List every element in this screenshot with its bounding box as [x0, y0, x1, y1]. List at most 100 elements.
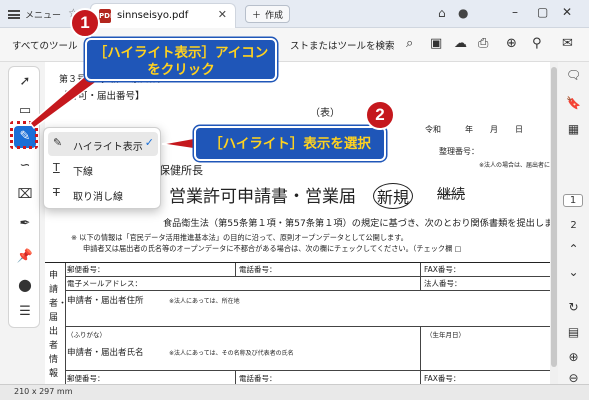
fax-label: FAX番号： — [424, 265, 461, 274]
page-size-readout: 210 x 297 mm — [14, 387, 73, 396]
page-up-icon[interactable]: ⌃ — [558, 242, 589, 256]
cloud-upload-icon[interactable]: ☁ — [454, 36, 467, 51]
minimize-icon[interactable]: – — [512, 5, 518, 19]
underline-icon: T — [53, 161, 60, 174]
menu-label: メニュー — [25, 10, 62, 21]
cell-divider — [420, 327, 421, 370]
menu-item-underline[interactable]: T 下線 — [48, 157, 158, 181]
note-check: 申請者又は届出者の氏名等のオープンデータに不都合がある場合は、次の欄にチェックし… — [83, 244, 462, 253]
law-text: 食品衛生法（第55条第１項・第57条第１項）の規定に基づき、次のとおり関係書類を… — [163, 218, 550, 229]
pdf-file-icon: PDF — [99, 9, 115, 23]
thumbnails-icon[interactable]: ▦ — [558, 122, 589, 136]
quick-tools-rail: ➚ ▭ ✎ ∽ ⌧ ✒ 📌 ● ☰ — [8, 66, 40, 328]
vertical-scrollbar[interactable] — [550, 62, 558, 384]
step1-callout: ［ハイライト表示］アイコン をクリック — [85, 38, 277, 81]
plus-icon: ＋ — [252, 10, 262, 21]
menu-item-label: 下線 — [73, 167, 93, 178]
add-comment-icon[interactable]: ▭ — [14, 100, 36, 122]
pin-icon[interactable]: 📌 — [14, 246, 36, 268]
email-icon[interactable]: ✉ — [562, 36, 573, 51]
date-month: 月 — [490, 125, 498, 134]
right-panel-rail: 🗨 🔖 ▦ 1 2 ⌃ ⌄ ↻ ▤ ⊕ ⊖ — [558, 62, 589, 385]
menu-item-highlight[interactable]: ✎ ハイライト表示 ✓ — [48, 132, 158, 156]
menu-button[interactable]: メニュー — [8, 5, 61, 23]
close-tab-icon[interactable]: ✕ — [218, 8, 227, 21]
window-close-icon[interactable]: ✕ — [562, 5, 572, 19]
bookmark-icon[interactable]: 🔖 — [558, 96, 589, 110]
zoom-out-icon[interactable]: ⊖ — [558, 371, 589, 385]
menu-item-label: ハイライト表示 — [73, 142, 143, 153]
highlight-type-menu: ✎ ハイライト表示 ✓ T 下線 T 取り消し線 — [43, 127, 161, 209]
hoken-text: 保健所長 — [159, 164, 203, 177]
sign-pen-icon[interactable]: ✒ — [14, 213, 36, 235]
color-picker-icon[interactable]: ● — [14, 274, 36, 296]
main-title: 営業許可申請書・営業届 — [169, 187, 356, 207]
step2-callout: ［ハイライト］表示を選択 — [194, 126, 386, 161]
refresh-icon[interactable]: ↻ — [558, 300, 589, 314]
zoom-in-icon[interactable]: ⊕ — [558, 350, 589, 364]
scrollbar-thumb[interactable] — [551, 67, 557, 367]
cell-divider — [420, 371, 421, 384]
note-opendata: ※ 以下の情報は「官民データ活用推進基本法」の目的に沿って、原則オープンデータと… — [71, 233, 408, 242]
applicant-table: 申請者・届出者情報 郵便番号： 電話番号： FAX番号： 電子メールアドレス： … — [45, 262, 550, 384]
open-file-icon[interactable]: ⌂ — [438, 6, 446, 20]
date-day: 日 — [515, 125, 523, 134]
checkmark-icon: ✓ — [144, 136, 154, 149]
share-user-icon[interactable]: ⊕ — [506, 36, 517, 51]
tab-document[interactable]: PDF sinnseisyo.pdf ✕ — [90, 3, 236, 28]
cell-divider — [235, 263, 236, 276]
cell-divider — [235, 371, 236, 384]
document-page: 第３号様式（第４条関係） 【許可・届出番号】 （表） 令和 年 月 日 整理番号… — [45, 62, 550, 384]
all-tools-menu[interactable]: すべてのツール — [12, 38, 77, 52]
name-label: 申請者・届出者氏名 — [67, 348, 144, 358]
tab-title: sinnseisyo.pdf — [117, 10, 189, 21]
status-bar: 210 x 297 mm — [0, 384, 589, 400]
address-label: 申請者・届出者住所 — [67, 296, 144, 306]
comments-panel-icon[interactable]: 🗨 — [558, 68, 589, 82]
search-icon[interactable]: ⌕ — [406, 36, 413, 51]
save-icon[interactable]: ▣ — [430, 36, 442, 51]
fax-label: FAX番号： — [424, 374, 461, 383]
seiri-note: ※法人の場合は、届出者に記 — [479, 162, 550, 169]
maximize-icon[interactable]: ▢ — [537, 5, 548, 19]
table-row: 郵便番号： 電話番号： FAX番号： — [65, 371, 550, 384]
tool-search-input[interactable]: ストまたはツールを検索 — [290, 38, 395, 52]
table-side-label: 申請者・届出者情報 — [49, 271, 68, 379]
highlight-icon-emphasis — [10, 121, 38, 149]
postal-label: 郵便番号： — [67, 265, 105, 274]
highlighter-icon: ✎ — [53, 136, 63, 149]
date-era: 令和 — [425, 125, 441, 134]
step2-badge: 2 — [365, 100, 395, 130]
postal-label: 郵便番号： — [67, 374, 105, 383]
cell-divider — [420, 263, 421, 276]
page-down-icon[interactable]: ⌄ — [558, 265, 589, 279]
menu-item-label: 取り消し線 — [73, 192, 123, 203]
seiri-label: 整理番号： — [439, 147, 479, 156]
step1-line2: をクリック — [147, 62, 215, 77]
menu-item-strikethrough[interactable]: T 取り消し線 — [48, 182, 158, 206]
table-row: （ふりがな） 申請者・届出者氏名 ※法人にあっては、その名称及び代表者の氏名 （… — [65, 327, 550, 371]
corp-number-label: 法人番号： — [424, 279, 462, 288]
text-box-icon[interactable]: ⌧ — [14, 184, 36, 206]
phone-label: 電話番号： — [239, 374, 277, 383]
table-row: 郵便番号： 電話番号： FAX番号： — [65, 263, 550, 277]
create-button[interactable]: ＋ 作成 — [245, 5, 291, 23]
step1-line1: ［ハイライト表示］アイコン — [93, 45, 269, 60]
new-application-label: 新規 — [373, 183, 414, 209]
link-icon[interactable]: ⚲ — [532, 36, 542, 51]
freehand-draw-icon[interactable]: ∽ — [14, 155, 36, 177]
select-cursor-icon[interactable]: ➚ — [14, 71, 36, 93]
email-label: 電子メールアドレス： — [67, 279, 142, 288]
page-number-next[interactable]: 2 — [558, 220, 589, 231]
more-options-icon[interactable]: ☰ — [14, 301, 36, 323]
print-icon[interactable]: ⎙ — [478, 36, 488, 51]
date-year: 年 — [465, 125, 473, 134]
user-avatar[interactable]: ● — [458, 6, 468, 20]
furigana-label: （ふりがな） — [67, 331, 106, 339]
birth-label: （生年月日） — [426, 331, 465, 339]
strikethrough-icon: T — [53, 186, 60, 199]
table-row: 電子メールアドレス： 法人番号： — [65, 277, 550, 291]
page-view-icon[interactable]: ▤ — [558, 325, 589, 339]
page-number-current[interactable]: 1 — [563, 194, 583, 207]
table-row: 申請者・届出者住所 ※法人にあっては、所在地 — [65, 291, 550, 327]
